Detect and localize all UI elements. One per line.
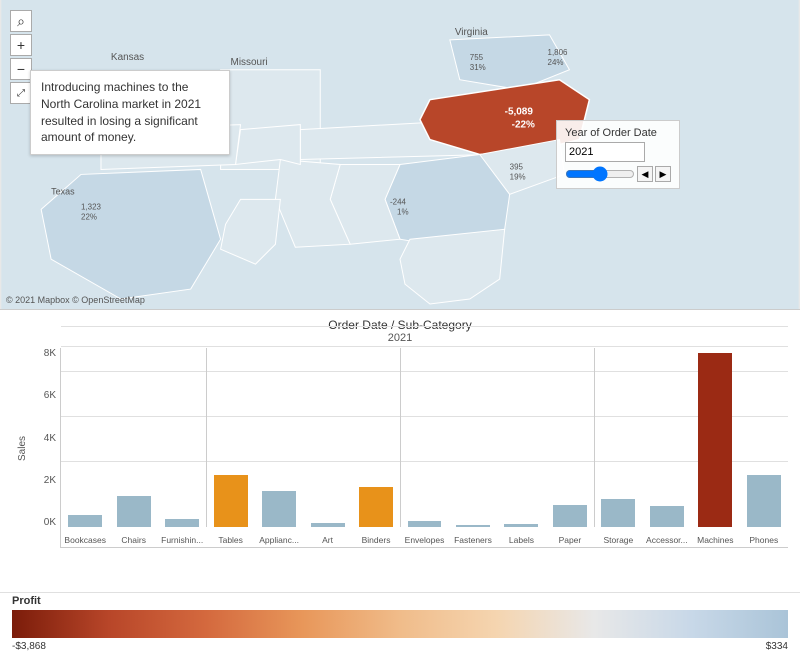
svg-text:22%: 22%: [81, 212, 97, 221]
bar-group-tables: Tables: [206, 348, 254, 527]
bar-6: Binders: [359, 487, 393, 527]
year-next-btn[interactable]: ▶: [655, 166, 671, 182]
bar-label-12: Accessor...: [646, 535, 688, 545]
bar-label-6: Binders: [362, 535, 391, 545]
bar-group-accessor: Accessor...: [643, 348, 691, 527]
bars-container: Bookcases Chairs Furnishin... Tables Applian…: [60, 348, 788, 548]
bar-11: Storage: [601, 499, 635, 527]
bar-0: Bookcases: [68, 515, 102, 527]
bar-label-2: Furnishin...: [161, 535, 203, 545]
bar-label-4: Applianc...: [259, 535, 299, 545]
y-axis: 8K 6K 4K 2K 0K: [32, 348, 60, 548]
bar-label-9: Labels: [509, 535, 534, 545]
bar-group-binders: Binders: [352, 348, 400, 527]
svg-text:Virginia: Virginia: [455, 27, 488, 38]
year-filter-label: Year of Order Date: [565, 127, 671, 139]
bar-label-8: Fasteners: [454, 535, 492, 545]
bar-group-applianc: Applianc...: [255, 348, 303, 527]
map-search-btn[interactable]: ⌕: [10, 10, 32, 32]
svg-text:Kansas: Kansas: [111, 52, 144, 63]
bar-label-13: Machines: [697, 535, 733, 545]
chart-section: Order Date / Sub-Category 2021 Sales 8K …: [0, 310, 800, 592]
bar-group-envelopes: Envelopes: [400, 348, 448, 527]
bar-9: Labels: [504, 524, 538, 527]
profit-max-label: $334: [766, 641, 788, 652]
chart-divider-line: [594, 348, 595, 527]
y-label-0k: 0K: [44, 517, 56, 528]
svg-text:19%: 19%: [510, 172, 526, 181]
bar-group-art: Art: [303, 348, 351, 527]
bar-label-7: Envelopes: [405, 535, 445, 545]
bar-group-phones: Phones: [740, 348, 788, 527]
bar-label-3: Tables: [218, 535, 243, 545]
chart-title: Order Date / Sub-Category: [12, 318, 788, 332]
bar-3: Tables: [214, 475, 248, 527]
bar-group-bookcases: Bookcases: [61, 348, 109, 527]
bar-10: Paper: [553, 505, 587, 527]
chart-divider-line: [400, 348, 401, 527]
bar-label-0: Bookcases: [64, 535, 106, 545]
bar-group-paper: Paper: [546, 348, 594, 527]
bar-label-5: Art: [322, 535, 333, 545]
svg-text:1,323: 1,323: [81, 202, 102, 211]
tooltip-text: Introducing machines to the North Caroli…: [41, 80, 201, 144]
bar-group-furnishin: Furnishin...: [158, 348, 206, 527]
svg-text:-5,089: -5,089: [505, 107, 534, 118]
bar-label-10: Paper: [559, 535, 582, 545]
map-zoom-in-btn[interactable]: +: [10, 34, 32, 56]
profit-bar-container: -$3,868 $334: [12, 610, 788, 638]
y-label-2k: 2K: [44, 475, 56, 486]
y-axis-title: Sales: [17, 435, 28, 460]
svg-text:755: 755: [470, 53, 484, 62]
y-label-4k: 4K: [44, 433, 56, 444]
year-filter: Year of Order Date ◀ ▶: [556, 120, 680, 189]
svg-text:1%: 1%: [397, 207, 409, 216]
y-label-8k: 8K: [44, 348, 56, 359]
svg-text:395: 395: [510, 162, 524, 171]
profit-gradient-bar: [12, 610, 788, 638]
bar-1: Chairs: [117, 496, 151, 527]
bar-12: Accessor...: [650, 506, 684, 527]
year-prev-btn[interactable]: ◀: [637, 166, 653, 182]
year-slider[interactable]: [565, 167, 635, 181]
map-tooltip: Introducing machines to the North Caroli…: [30, 70, 230, 155]
bar-2: Furnishin...: [165, 519, 199, 527]
bar-4: Applianc...: [262, 491, 296, 527]
svg-text:31%: 31%: [470, 63, 486, 72]
chart-subtitle: 2021: [12, 332, 788, 344]
bar-5: Art: [311, 523, 345, 527]
map-expand-btn[interactable]: ⤢: [10, 82, 32, 104]
map-attribution: © 2021 Mapbox © OpenStreetMap: [6, 295, 145, 305]
svg-text:Texas: Texas: [51, 186, 75, 196]
bar-13: Machines: [698, 353, 732, 527]
svg-text:-244: -244: [390, 197, 407, 206]
map-zoom-out-btn[interactable]: −: [10, 58, 32, 80]
bar-group-chairs: Chairs: [109, 348, 157, 527]
year-input[interactable]: [565, 142, 645, 162]
bar-group-storage: Storage: [594, 348, 642, 527]
svg-text:24%: 24%: [548, 58, 564, 67]
bar-7: Envelopes: [408, 521, 442, 527]
bar-label-11: Storage: [603, 535, 633, 545]
profit-min-label: -$3,868: [12, 641, 46, 652]
bar-14: Phones: [747, 475, 781, 527]
svg-text:-22%: -22%: [512, 120, 535, 131]
bar-label-1: Chairs: [121, 535, 146, 545]
bar-group-labels: Labels: [497, 348, 545, 527]
bar-label-14: Phones: [749, 535, 778, 545]
profit-label: Profit: [12, 595, 788, 607]
svg-text:Missouri: Missouri: [231, 57, 268, 68]
y-label-6k: 6K: [44, 390, 56, 401]
map-controls: ⌕ + − ⤢: [10, 10, 32, 104]
profit-section: Profit -$3,868 $334: [0, 592, 800, 652]
bar-group-fasteners: Fasteners: [449, 348, 497, 527]
bar-group-machines: Machines: [691, 348, 739, 527]
chart-divider-line: [206, 348, 207, 527]
bar-8: Fasteners: [456, 525, 490, 527]
map-section: Kansas Missouri Virginia Texas -5,089 -2…: [0, 0, 800, 310]
svg-text:1,806: 1,806: [548, 48, 569, 57]
